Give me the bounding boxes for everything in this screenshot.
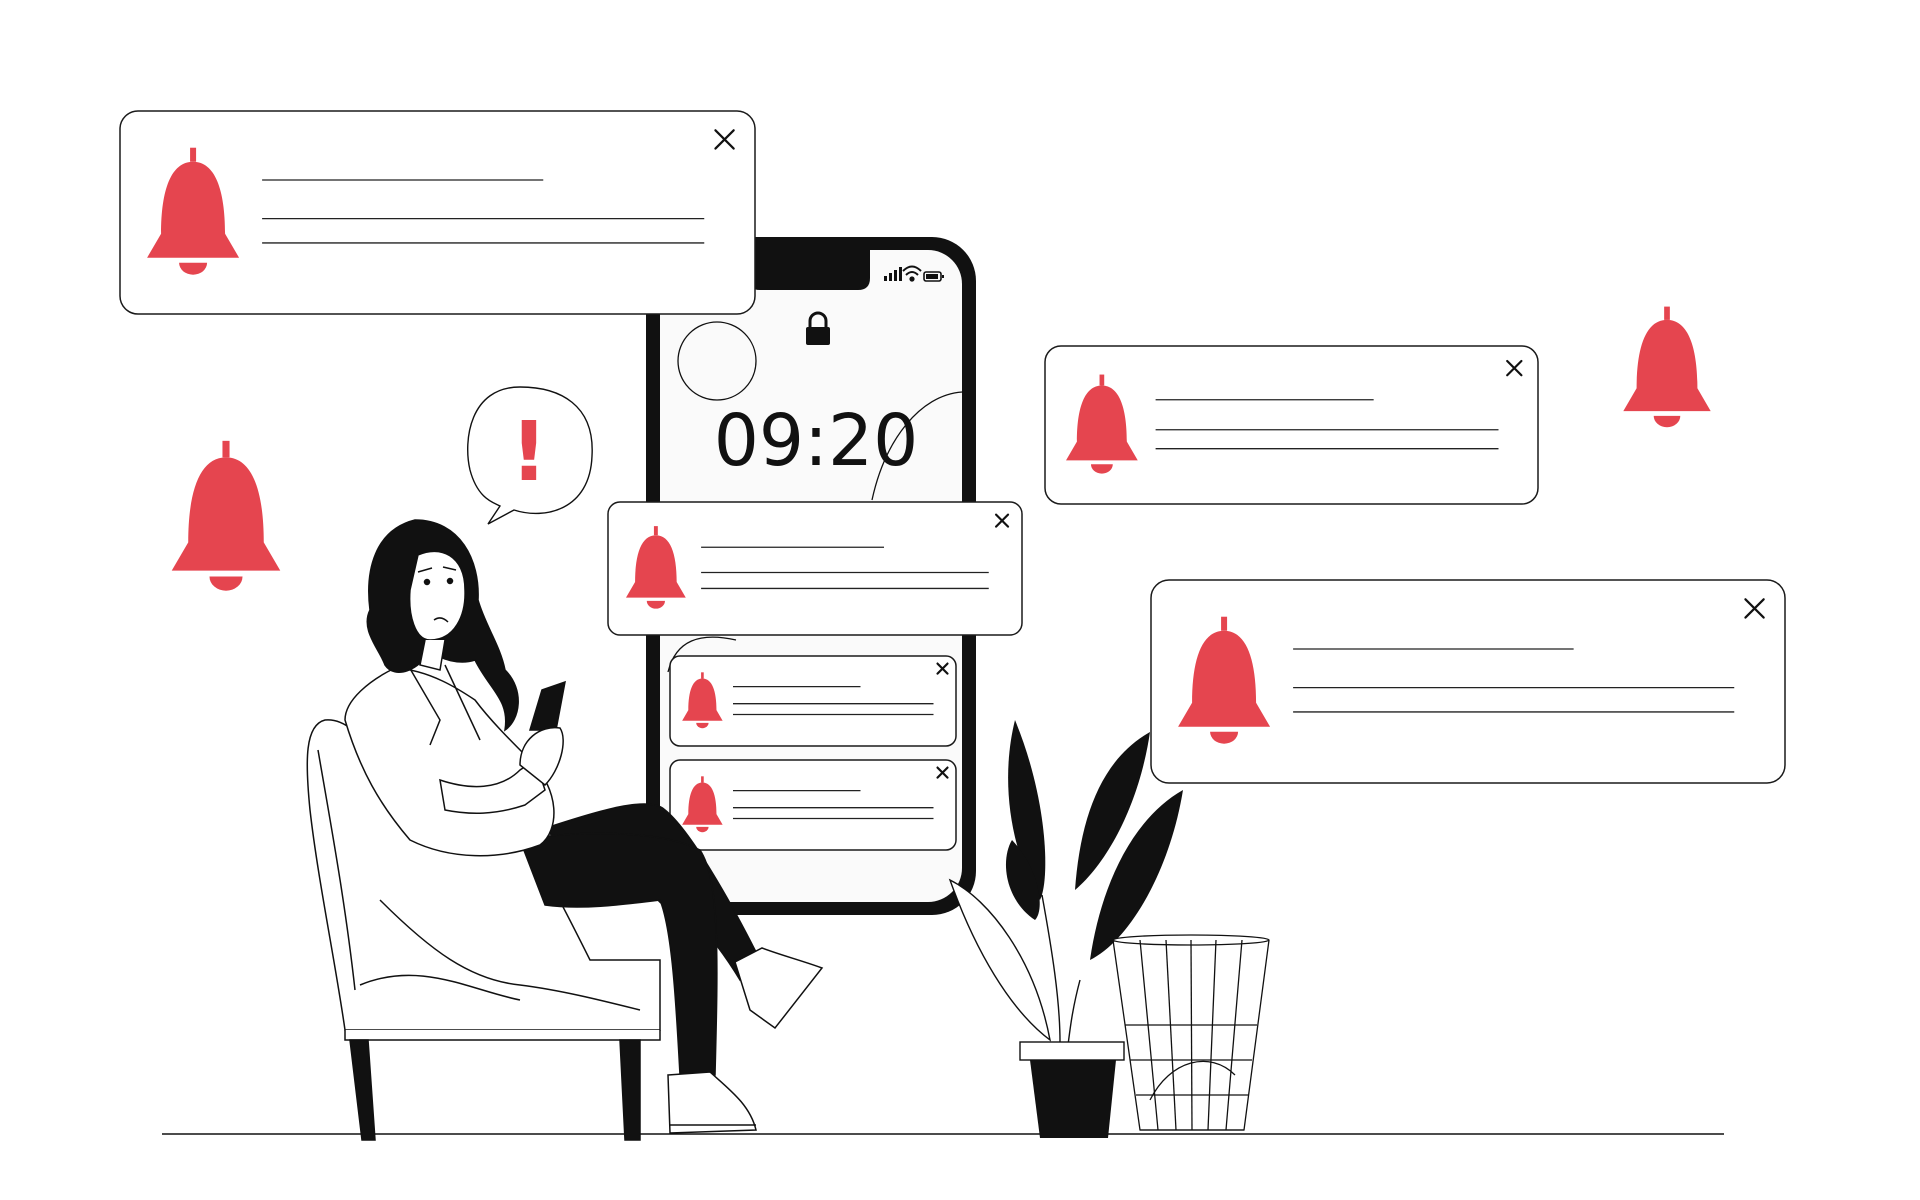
notification-card[interactable]: [669, 759, 957, 851]
notification-card[interactable]: [1044, 345, 1539, 505]
clock-time: 09:20: [714, 399, 919, 482]
alert-symbol: !: [510, 405, 547, 500]
speech-bubble: !: [467, 386, 593, 525]
bell-icon: [1623, 306, 1711, 428]
notification-card[interactable]: [1150, 579, 1786, 784]
notification-card[interactable]: [669, 655, 957, 747]
notification-card[interactable]: [119, 110, 756, 315]
illustration-scene: 09:20 !: [119, 110, 1786, 1141]
bell-icon: [171, 440, 281, 591]
notification-card[interactable]: [607, 501, 1023, 636]
waste-basket: [1112, 934, 1270, 1131]
potted-plant: [948, 720, 1183, 1138]
